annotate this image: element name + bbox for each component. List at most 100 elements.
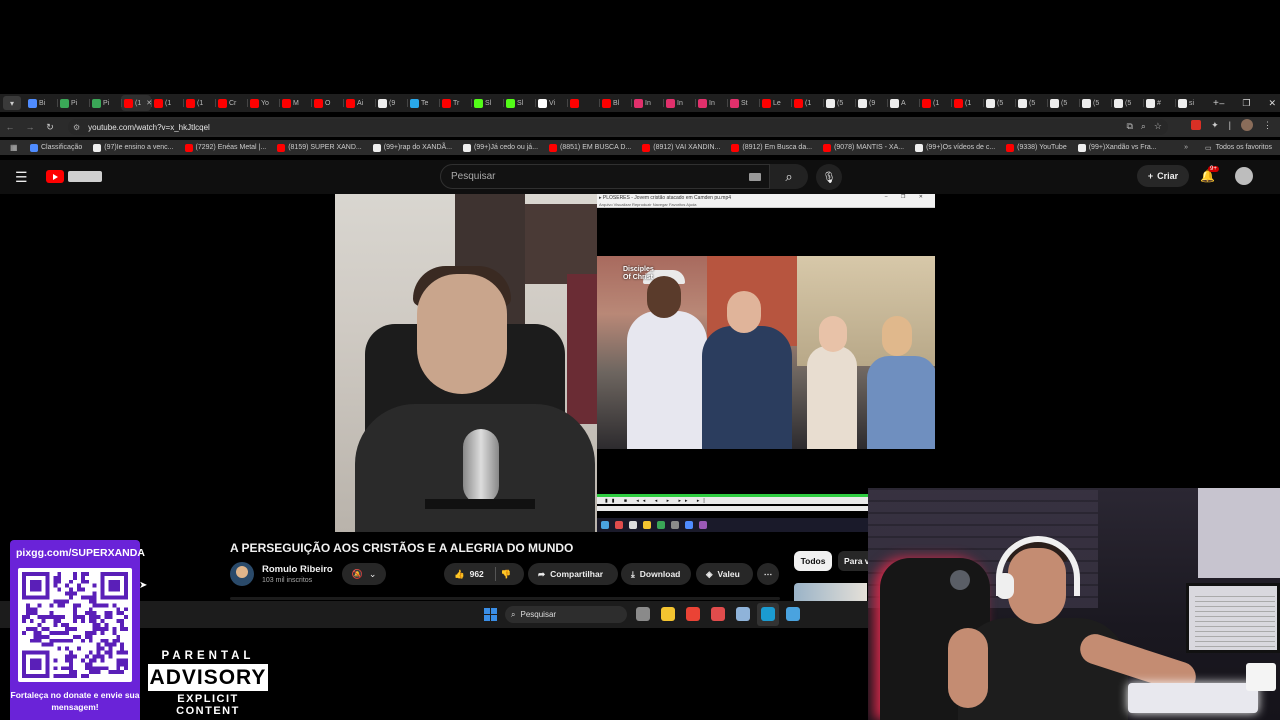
reload-button[interactable]: ↻ bbox=[40, 122, 60, 133]
account-avatar[interactable] bbox=[1235, 167, 1253, 185]
search-input[interactable] bbox=[451, 171, 731, 182]
browser-tab[interactable]: Sl bbox=[471, 95, 503, 111]
install-app-icon[interactable]: ⧉ bbox=[1126, 121, 1132, 132]
share-button[interactable]: ➦ Compartilhar bbox=[528, 563, 618, 585]
bookmark-item[interactable]: (99+)rap do XANDÃ... bbox=[372, 143, 452, 152]
browser-tab[interactable]: A bbox=[887, 95, 919, 111]
browser-tab[interactable]: Vi bbox=[535, 95, 567, 111]
url-text[interactable]: youtube.com/watch?v=x_hkJtlcqel bbox=[88, 123, 210, 132]
extension-icon[interactable] bbox=[1191, 120, 1202, 130]
bookmark-item[interactable]: Classificação bbox=[30, 143, 82, 152]
bookmark-star-icon[interactable]: ☆ bbox=[1154, 121, 1162, 132]
taskbar-app-icon[interactable] bbox=[711, 607, 725, 621]
browser-tab[interactable]: (1 bbox=[919, 95, 951, 111]
browser-tab[interactable]: (5 bbox=[1111, 95, 1143, 111]
close-window-button[interactable]: ✕ bbox=[1268, 98, 1276, 109]
bookmark-item[interactable]: (99+)Os vídeos de c... bbox=[915, 143, 995, 152]
back-button[interactable]: ← bbox=[0, 122, 20, 132]
browser-tab[interactable]: (1 bbox=[183, 95, 215, 111]
taskbar-app-icon[interactable] bbox=[761, 607, 775, 621]
channel-avatar[interactable] bbox=[230, 562, 254, 586]
bookmark-item[interactable]: (99+)Já cedo ou já... bbox=[463, 143, 538, 152]
browser-tab[interactable]: M bbox=[279, 95, 311, 111]
youtube-logo[interactable] bbox=[46, 169, 102, 184]
browser-tab[interactable]: Bl bbox=[599, 95, 631, 111]
like-button[interactable]: 👍 962 bbox=[454, 569, 484, 580]
minimize-button[interactable]: – bbox=[1219, 98, 1224, 108]
chip-for-you[interactable]: Para v bbox=[838, 551, 868, 571]
bookmark-item[interactable]: (8159) SUPER XAND... bbox=[277, 143, 362, 152]
taskbar-app-icon[interactable] bbox=[786, 607, 800, 621]
subscription-bell-button[interactable]: 🔕 ⌄ bbox=[342, 563, 386, 585]
create-button[interactable]: + Criar bbox=[1137, 165, 1189, 187]
browser-tab[interactable]: Cr bbox=[215, 95, 247, 111]
browser-tab[interactable]: (9 bbox=[855, 95, 887, 111]
taskbar-app-icon[interactable] bbox=[736, 607, 750, 621]
chip-all[interactable]: Todos bbox=[794, 551, 832, 571]
browser-tab[interactable]: (5 bbox=[1015, 95, 1047, 111]
bookmark-item[interactable]: (7292) Enéas Metal |... bbox=[184, 143, 266, 152]
browser-tab[interactable]: (1 bbox=[151, 95, 183, 111]
bookmark-item[interactable]: (9338) YouTube bbox=[1006, 143, 1067, 152]
browser-tab[interactable]: (5 bbox=[823, 95, 855, 111]
profile-avatar[interactable] bbox=[1241, 119, 1253, 131]
site-info-icon[interactable]: ⚙ bbox=[73, 123, 80, 132]
browser-tab[interactable]: In bbox=[695, 95, 727, 111]
new-tab-button[interactable]: + bbox=[1213, 98, 1219, 109]
bookmark-item[interactable]: (8912) Em Busca da... bbox=[731, 143, 812, 152]
browser-tab[interactable]: (5 bbox=[1079, 95, 1111, 111]
browser-tab[interactable]: Pi bbox=[89, 95, 121, 111]
download-button[interactable]: ⤓ Download bbox=[621, 563, 691, 585]
bookmark-item[interactable]: (99+)Xandão vs Fra... bbox=[1077, 143, 1157, 152]
taskbar-app-icon[interactable] bbox=[636, 607, 650, 621]
bookmark-item[interactable]: (8912) VAI XANDIN... bbox=[642, 143, 720, 152]
taskbar-app-icon[interactable] bbox=[686, 607, 700, 621]
tab-search-button[interactable]: ▾ bbox=[3, 96, 21, 110]
recommended-thumbnail[interactable] bbox=[794, 583, 867, 601]
browser-tab[interactable]: (5 bbox=[1047, 95, 1079, 111]
browser-tab[interactable]: Sl bbox=[503, 95, 535, 111]
browser-tab[interactable]: Tr bbox=[439, 95, 471, 111]
taskbar-app-icon[interactable] bbox=[661, 607, 675, 621]
guide-menu-icon[interactable]: ☰ bbox=[15, 169, 28, 186]
bookmark-item[interactable]: (97)Ie ensino a venc... bbox=[93, 143, 174, 152]
browser-tab[interactable]: Pi bbox=[57, 95, 89, 111]
browser-tab[interactable]: (1 bbox=[791, 95, 823, 111]
channel-name[interactable]: Romulo Ribeiro bbox=[262, 564, 333, 575]
forward-button[interactable]: → bbox=[20, 122, 40, 132]
bookmarks-overflow-icon[interactable]: » bbox=[1184, 144, 1188, 151]
all-bookmarks-folder[interactable]: ▭ Todos os favoritos bbox=[1205, 144, 1272, 152]
bookmark-item[interactable]: (9078) MANTIS - XA... bbox=[823, 143, 904, 152]
kebab-menu-icon[interactable]: ⋮ bbox=[1263, 120, 1272, 131]
browser-tab[interactable]: Yo bbox=[247, 95, 279, 111]
browser-tab[interactable]: (1 bbox=[951, 95, 983, 111]
omnibox[interactable]: ⚙ youtube.com/watch?v=x_hkJtlcqel ⧉ ⌕ ☆ bbox=[68, 119, 1168, 135]
zoom-icon[interactable]: ⌕ bbox=[1141, 121, 1146, 132]
browser-tab[interactable]: Bi bbox=[25, 95, 57, 111]
browser-tab[interactable]: si bbox=[1175, 95, 1207, 111]
browser-tab[interactable]: (9 bbox=[375, 95, 407, 111]
keyboard-icon[interactable] bbox=[749, 173, 761, 181]
browser-tab[interactable]: St bbox=[727, 95, 759, 111]
browser-tab[interactable]: (1 ✕ bbox=[121, 95, 152, 111]
browser-tab[interactable]: O bbox=[311, 95, 343, 111]
more-actions-button[interactable]: ⋯ bbox=[757, 563, 779, 585]
maximize-button[interactable]: ❐ bbox=[1242, 98, 1250, 109]
browser-tab[interactable]: Ai bbox=[343, 95, 375, 111]
voice-search-button[interactable]: 🎙 bbox=[816, 164, 842, 190]
playback-buttons[interactable]: ▮▮ ■ ◂◂ ◂ ▸ ▸▸ ▸| bbox=[605, 498, 709, 504]
browser-tab[interactable]: # bbox=[1143, 95, 1175, 111]
apps-grid-icon[interactable]: ▦ bbox=[10, 143, 22, 152]
browser-tab[interactable]: Le bbox=[759, 95, 791, 111]
thanks-button[interactable]: ◈ Valeu bbox=[696, 563, 753, 585]
video-player[interactable]: ▸ PLOSERES - Jovem cristão atacado em Ca… bbox=[335, 194, 935, 532]
extensions-puzzle-icon[interactable]: ✦ bbox=[1211, 120, 1219, 131]
browser-tab[interactable]: (5 bbox=[983, 95, 1015, 111]
bookmark-item[interactable]: (8851) EM BUSCA D... bbox=[549, 143, 631, 152]
browser-tab[interactable]: In bbox=[631, 95, 663, 111]
taskbar-search[interactable]: ⌕ Pesquisar bbox=[505, 606, 627, 623]
browser-tab[interactable]: Te bbox=[407, 95, 439, 111]
browser-tab[interactable]: In bbox=[663, 95, 695, 111]
search-button[interactable]: ⌕ bbox=[770, 164, 808, 189]
dislike-button[interactable]: 👎 bbox=[501, 569, 512, 580]
